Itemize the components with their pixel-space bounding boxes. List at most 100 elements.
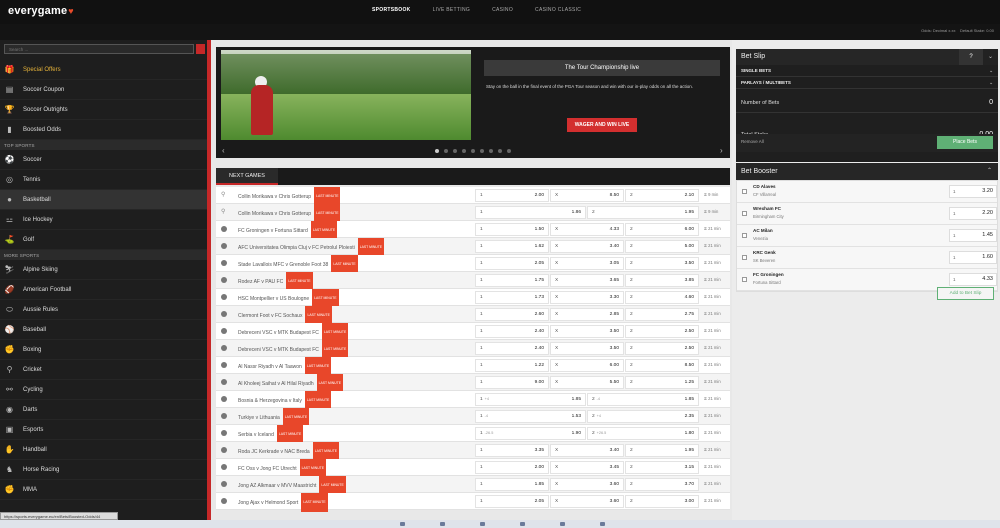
carousel-dot[interactable] — [435, 149, 439, 153]
nav-casino-classic[interactable]: CASINO CLASSIC — [535, 7, 581, 13]
booster-odds-button[interactable]: 1 1.60 — [949, 251, 997, 264]
sidebar-item-boxing[interactable]: ✊ Boxing — [0, 340, 207, 360]
odds-away-button[interactable]: 2 -4 1.85 — [587, 393, 699, 406]
carousel-dot[interactable] — [444, 149, 448, 153]
sidebar-item-golf[interactable]: ⛳ Golf — [0, 230, 207, 250]
tab-single-bets[interactable]: SINGLE BETS ⌄ — [736, 65, 998, 77]
odds-draw-button[interactable]: X 8.50 — [550, 189, 624, 202]
booster-odds-button[interactable]: 1 3.20 — [949, 185, 997, 198]
odds-home-button[interactable]: 1 2.60 — [475, 308, 549, 321]
booster-odds-button[interactable]: 1 1.45 — [949, 229, 997, 242]
game-row[interactable]: Debreceni VSC v MTK Budapest FC LAST MINU… — [216, 323, 730, 342]
sidebar-item-aussie-rules[interactable]: ⬭ Aussie Rules — [0, 300, 207, 320]
odds-home-button[interactable]: 1 1.86 — [475, 206, 586, 219]
sidebar-item-american-football[interactable]: 🏈 American Football — [0, 280, 207, 300]
game-row[interactable]: Bosnia & Herzegovina v Italy LAST MINUTE 1… — [216, 391, 730, 410]
sidebar-item-soccer-coupon[interactable]: ▤ Soccer Coupon — [0, 80, 207, 100]
odds-home-button[interactable]: 1 2.40 — [475, 325, 549, 338]
game-row[interactable]: Debreceni VSC v MTK Budapest FC LAST MINU… — [216, 340, 730, 359]
game-row[interactable]: ⚲ Collin Morikawa v Chris Gotterup LAST MI… — [216, 204, 730, 223]
sidebar-item-soccer[interactable]: ⚽ Soccer — [0, 150, 207, 170]
carousel-dot[interactable] — [498, 149, 502, 153]
odds-away-button[interactable]: 2 +4 2.35 — [587, 410, 699, 423]
carousel-dot[interactable] — [489, 149, 493, 153]
sidebar-item-cycling[interactable]: ⚯ Cycling — [0, 380, 207, 400]
search-button[interactable] — [196, 44, 205, 54]
carousel-dot[interactable] — [480, 149, 484, 153]
odds-home-button[interactable]: 1 3.35 — [475, 444, 549, 457]
taskbar-app-icon[interactable] — [480, 522, 485, 526]
odds-home-button[interactable]: 1 -26.5 1.90 — [475, 427, 586, 440]
booster-checkbox[interactable] — [742, 211, 747, 216]
nav-live-betting[interactable]: LIVE BETTING — [433, 7, 471, 13]
tab-parlays[interactable]: PARLAYS / MULTIBETS ⌄ — [736, 77, 998, 89]
sidebar-item-darts[interactable]: ◉ Darts — [0, 400, 207, 420]
add-to-bet-slip-button[interactable]: Add to Bet Slip — [937, 287, 994, 300]
booster-odds-button[interactable]: 1 2.20 — [949, 207, 997, 220]
odds-draw-button[interactable]: X 4.33 — [550, 223, 624, 236]
sidebar-item-ice-hockey[interactable]: ⚍ Ice Hockey — [0, 210, 207, 230]
sidebar-item-mma[interactable]: ✊ MMA — [0, 480, 207, 500]
odds-draw-button[interactable]: X 3.45 — [550, 461, 624, 474]
game-row[interactable]: Rodez AF v PAU FC LAST MINUTE 1 1.75 X 3.65 2 3… — [216, 272, 730, 291]
game-row[interactable]: AFC Universitatea Olimpia Cluj v FC Petr… — [216, 238, 730, 257]
booster-checkbox[interactable] — [742, 189, 747, 194]
odds-home-button[interactable]: 1 1.50 — [475, 223, 549, 236]
help-icon[interactable]: ? — [959, 49, 983, 65]
wager-live-button[interactable]: WAGER AND WIN LIVE — [567, 118, 637, 132]
taskbar-app-icon[interactable] — [400, 522, 405, 526]
odds-draw-button[interactable]: X 3.40 — [550, 240, 624, 253]
odds-away-button[interactable]: 2 1.95 — [625, 444, 699, 457]
game-row[interactable]: Serbia v Iceland LAST MINUTE 1 -26.5 1.90 2 +2… — [216, 425, 730, 444]
taskbar-app-icon[interactable] — [560, 522, 565, 526]
odds-home-button[interactable]: 1 2.40 — [475, 342, 549, 355]
odds-away-button[interactable]: 2 5.00 — [625, 240, 699, 253]
booster-checkbox[interactable] — [742, 233, 747, 238]
sidebar-item-tennis[interactable]: ◎ Tennis — [0, 170, 207, 190]
game-row[interactable]: FC Oss v Jong FC Utrecht LAST MINUTE 1 2.00… — [216, 459, 730, 478]
odds-home-button[interactable]: 1 1.22 — [475, 359, 549, 372]
game-row[interactable]: HSC Montpellier v US Boulogne LAST MINUTE… — [216, 289, 730, 308]
odds-format-select[interactable]: Odds: Decimal x.xx — [921, 28, 955, 33]
odds-home-button[interactable]: 1 +4 1.85 — [475, 393, 586, 406]
odds-home-button[interactable]: 1 -4 1.53 — [475, 410, 586, 423]
odds-draw-button[interactable]: X 3.50 — [550, 342, 624, 355]
odds-away-button[interactable]: 2 3.70 — [625, 478, 699, 491]
odds-away-button[interactable]: 2 2.50 — [625, 325, 699, 338]
odds-draw-button[interactable]: X 5.50 — [550, 376, 624, 389]
carousel-dot[interactable] — [453, 149, 457, 153]
carousel-dot[interactable] — [471, 149, 475, 153]
game-row[interactable]: Roda JC Kerkrade v NAC Breda LAST MINUTE 1… — [216, 442, 730, 461]
odds-home-button[interactable]: 1 1.73 — [475, 291, 549, 304]
game-row[interactable]: Clermont Foot v FC Sochaux LAST MINUTE 1 2.… — [216, 306, 730, 325]
sidebar-item-cricket[interactable]: ⚲ Cricket — [0, 360, 207, 380]
bet-booster-header[interactable]: Bet Booster ⌃ — [736, 163, 998, 180]
game-row[interactable]: Al Nassr Riyadh v Al Taawon LAST MINUTE 1 1… — [216, 357, 730, 376]
odds-home-button[interactable]: 1 2.00 — [475, 189, 549, 202]
odds-home-button[interactable]: 1 9.00 — [475, 376, 549, 389]
search-input[interactable] — [4, 44, 194, 54]
sidebar-item-special-offers[interactable]: 🎁 Special Offers — [0, 60, 207, 80]
odds-home-button[interactable]: 1 1.62 — [475, 240, 549, 253]
odds-away-button[interactable]: 2 1.25 — [625, 376, 699, 389]
sidebar-item-baseball[interactable]: ⚾ Baseball — [0, 320, 207, 340]
odds-draw-button[interactable]: X 3.60 — [550, 495, 624, 508]
game-row[interactable]: Jong AZ Alkmaar v MVV Maastricht LAST MIN… — [216, 476, 730, 495]
collapse-icon[interactable]: ⌄ — [983, 49, 998, 65]
odds-away-button[interactable]: 2 3.00 — [625, 495, 699, 508]
remove-all-link[interactable]: Remove All — [741, 139, 764, 144]
odds-away-button[interactable]: 2 3.85 — [625, 274, 699, 287]
odds-away-button[interactable]: 2 3.15 — [625, 461, 699, 474]
nav-sportsbook[interactable]: SPORTSBOOK — [372, 7, 411, 13]
booster-checkbox[interactable] — [742, 255, 747, 260]
game-row[interactable]: Al Kholeej Saihat v Al Hilal Riyadh LAST … — [216, 374, 730, 393]
odds-away-button[interactable]: 2 8.50 — [625, 359, 699, 372]
odds-home-button[interactable]: 1 1.75 — [475, 274, 549, 287]
banner-prev-icon[interactable]: ‹ — [222, 146, 225, 155]
odds-away-button[interactable]: 2 6.00 — [625, 223, 699, 236]
odds-draw-button[interactable]: X 3.05 — [550, 257, 624, 270]
odds-draw-button[interactable]: X 6.00 — [550, 359, 624, 372]
sidebar-item-boosted-odds[interactable]: ▮ Boosted Odds — [0, 120, 207, 140]
nav-casino[interactable]: CASINO — [492, 7, 513, 13]
sidebar-item-alpine-skiing[interactable]: ⛷ Alpine Skiing — [0, 260, 207, 280]
